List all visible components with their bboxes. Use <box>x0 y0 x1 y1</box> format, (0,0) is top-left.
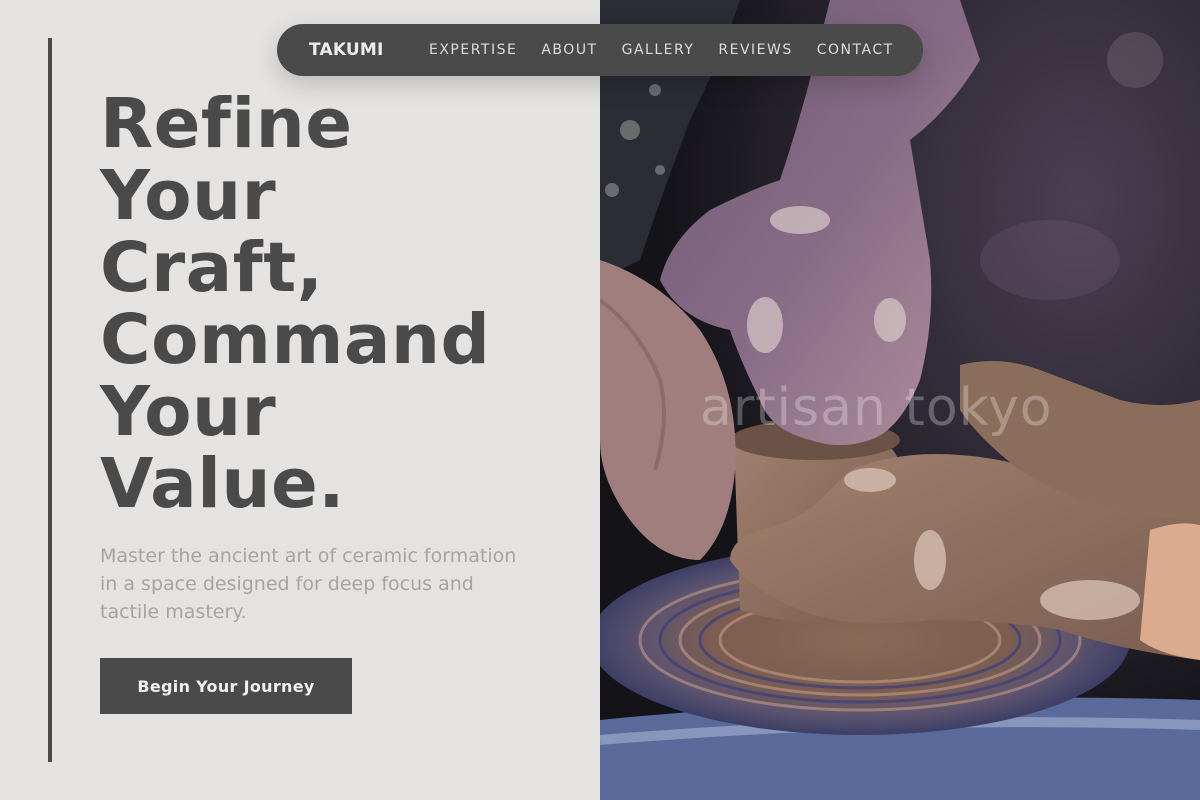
vertical-accent-line <box>48 38 52 762</box>
artisan-watermark: artisan tokyo <box>700 378 1053 438</box>
headline-line: Refine <box>100 84 353 164</box>
headline-line: Your <box>100 372 277 452</box>
headline-line: Craft, <box>100 228 324 308</box>
nav-link-about[interactable]: ABOUT <box>541 42 597 58</box>
nav-link-expertise[interactable]: EXPERTISE <box>429 42 517 58</box>
headline-line: Command <box>100 300 491 380</box>
brand-logo[interactable]: TAKUMI <box>309 40 384 60</box>
hero-left-panel: Refine Your Craft, Command Your Value. M… <box>0 0 600 800</box>
top-navbar: TAKUMI EXPERTISE ABOUT GALLERY REVIEWS C… <box>277 24 923 76</box>
headline-line: Value. <box>100 444 345 524</box>
hero-headline: Refine Your Craft, Command Your Value. <box>100 88 580 520</box>
nav-link-contact[interactable]: CONTACT <box>817 42 894 58</box>
nav-link-gallery[interactable]: GALLERY <box>622 42 695 58</box>
begin-journey-button[interactable]: Begin Your Journey <box>100 658 352 714</box>
nav-links: EXPERTISE ABOUT GALLERY REVIEWS CONTACT <box>429 42 894 58</box>
headline-line: Your <box>100 156 277 236</box>
nav-link-reviews[interactable]: REVIEWS <box>718 42 792 58</box>
hero-subtitle: Master the ancient art of ceramic format… <box>100 545 517 623</box>
